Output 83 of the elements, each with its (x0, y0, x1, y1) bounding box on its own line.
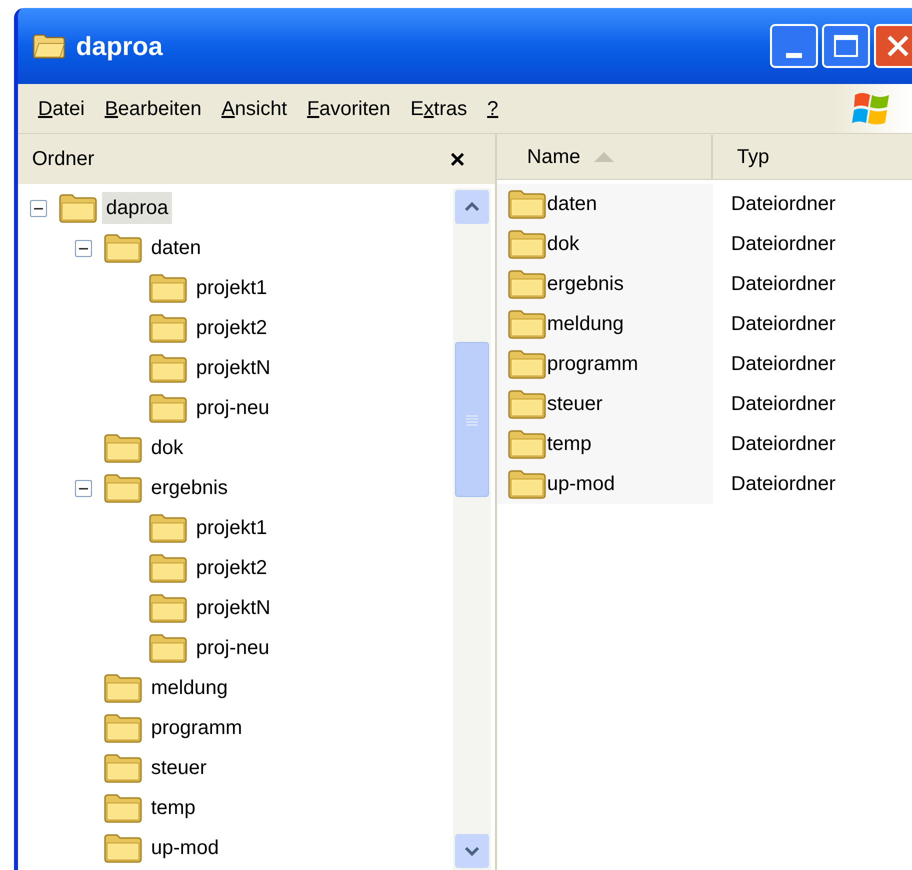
file-name[interactable]: daten (547, 189, 598, 219)
folder-icon (507, 428, 547, 460)
close-button[interactable] (874, 24, 912, 68)
folder-icon (507, 188, 547, 220)
folder-icon (148, 352, 188, 384)
folder-icon (58, 192, 98, 224)
folder-icon (507, 228, 547, 260)
menu-item[interactable]: Bearbeiten (96, 90, 210, 128)
sort-ascending-icon (594, 152, 614, 162)
folder-icon (148, 272, 188, 304)
minimize-icon (786, 53, 802, 58)
tree-item[interactable]: daproa (102, 192, 172, 224)
file-type: Dateiordner (730, 272, 836, 297)
tree-item[interactable]: projekt2 (192, 312, 272, 344)
chevron-down-icon (464, 846, 480, 856)
scroll-thumb[interactable] (455, 342, 489, 497)
folder-icon (148, 552, 188, 584)
grip-icon (466, 414, 478, 426)
menu-item[interactable]: Ansicht (213, 90, 296, 128)
close-pane-button[interactable]: × (450, 146, 465, 172)
folder-icon (507, 468, 547, 500)
chevron-up-icon (464, 202, 480, 212)
pane-title: Ordner (32, 147, 94, 172)
tree-item[interactable]: temp (147, 792, 200, 824)
scroll-down-button[interactable] (455, 834, 489, 868)
folder-icon (507, 388, 547, 420)
file-type: Dateiordner (730, 432, 836, 457)
file-name[interactable]: temp (547, 429, 592, 459)
column-header[interactable]: Typ (713, 135, 912, 179)
folder-icon (103, 752, 143, 784)
menu-item[interactable]: Datei (30, 90, 93, 128)
file-type: Dateiordner (730, 392, 836, 417)
folder-icon (507, 268, 547, 300)
folder-icon (103, 832, 143, 864)
folder-icon (148, 312, 188, 344)
tree-item[interactable]: proj-neu (192, 392, 274, 424)
tree-item[interactable]: projekt1 (192, 512, 272, 544)
folder-icon (148, 512, 188, 544)
minimize-button[interactable] (770, 24, 818, 68)
maximize-button[interactable] (822, 24, 870, 68)
file-name[interactable]: steuer (547, 389, 603, 419)
menu-item[interactable]: Favoriten (299, 90, 398, 128)
tree-item[interactable]: ergebnis (147, 472, 232, 504)
folder-icon (507, 308, 547, 340)
file-type: Dateiordner (730, 312, 836, 337)
collapse-toggle[interactable] (75, 480, 92, 496)
tree-item[interactable]: projektN (192, 352, 274, 384)
folder-icon (103, 712, 143, 744)
folder-icon (103, 672, 143, 704)
folder-icon (148, 392, 188, 424)
scroll-up-button[interactable] (455, 190, 489, 224)
tree-item[interactable]: up-mod (147, 832, 223, 864)
tree-item[interactable]: projektN (192, 592, 274, 624)
collapse-toggle[interactable] (75, 240, 92, 256)
folder-icon (103, 432, 143, 464)
folder-icon (507, 348, 547, 380)
file-type: Dateiordner (730, 352, 836, 377)
tree-item[interactable]: programm (147, 712, 246, 744)
file-type: Dateiordner (730, 472, 836, 497)
file-type: Dateiordner (730, 232, 836, 257)
folder-icon (103, 792, 143, 824)
tree-item[interactable]: dok (147, 432, 188, 464)
close-icon (886, 34, 910, 58)
folder-icon (103, 232, 143, 264)
collapse-toggle[interactable] (30, 200, 47, 216)
file-name[interactable]: dok (547, 229, 580, 259)
column-header[interactable]: Name (497, 135, 713, 179)
tree-item[interactable]: steuer (147, 752, 211, 784)
menu-item[interactable]: ? (479, 90, 506, 128)
maximize-icon (834, 35, 858, 57)
scrollbar[interactable] (453, 188, 491, 870)
folder-icon (148, 592, 188, 624)
folder-icon (32, 32, 66, 60)
window-title: daproa (76, 30, 163, 62)
folder-icon (148, 632, 188, 664)
tree-item[interactable]: meldung (147, 672, 232, 704)
menu-item[interactable]: Extras (402, 90, 476, 128)
file-type: Dateiordner (730, 192, 836, 217)
tree-item[interactable]: projekt1 (192, 272, 272, 304)
tree-item[interactable]: projekt2 (192, 552, 272, 584)
tree-item[interactable]: proj-neu (192, 632, 274, 664)
folder-icon (103, 472, 143, 504)
tree-item[interactable]: daten (147, 232, 206, 264)
